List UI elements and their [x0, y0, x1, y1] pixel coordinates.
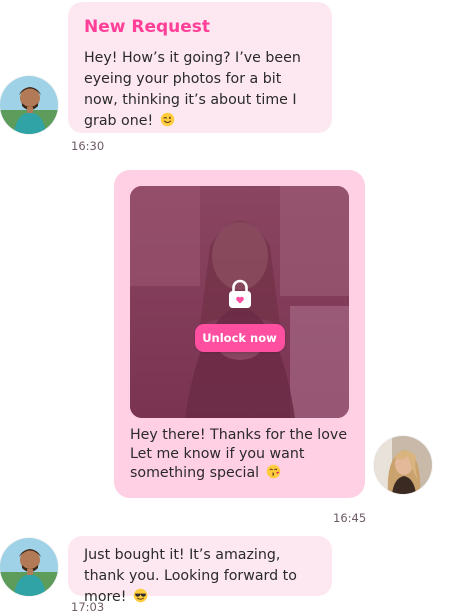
locked-photo[interactable]: Unlock now: [130, 186, 349, 418]
message-timestamp: 17:03: [71, 600, 105, 614]
unlock-now-button[interactable]: Unlock now: [194, 324, 285, 352]
incoming-message-bubble: New Request Hey! How’s it going? I’ve be…: [68, 2, 332, 133]
outgoing-message-bubble: Unlock now Hey there! Thanks for the lov…: [114, 170, 365, 498]
recipient-avatar[interactable]: [374, 436, 432, 494]
winking-face-emoji-icon: [160, 112, 175, 127]
chat-thread: New Request Hey! How’s it going? I’ve be…: [0, 0, 470, 615]
message-text: Hey! How’s it going? I’ve been eyeing yo…: [84, 50, 301, 129]
message-timestamp: 16:45: [333, 511, 367, 525]
message-text: Hey there! Thanks for the love Let me kn…: [130, 427, 348, 481]
face-blowing-kiss-emoji-icon: [266, 464, 281, 479]
lock-heart-icon: [227, 278, 253, 310]
smiling-face-with-sunglasses-emoji-icon: [133, 588, 148, 603]
outgoing-message-text: Hey there! Thanks for the love Let me kn…: [130, 426, 350, 483]
message-timestamp: 16:30: [71, 139, 105, 153]
sender-avatar[interactable]: [0, 76, 58, 134]
new-request-title: New Request: [84, 17, 211, 37]
incoming-message-bubble: Just bought it! It’s amazing, thank you.…: [68, 536, 332, 605]
sender-avatar[interactable]: [0, 538, 58, 596]
message-text: Just bought it! It’s amazing, thank you.…: [84, 547, 297, 605]
